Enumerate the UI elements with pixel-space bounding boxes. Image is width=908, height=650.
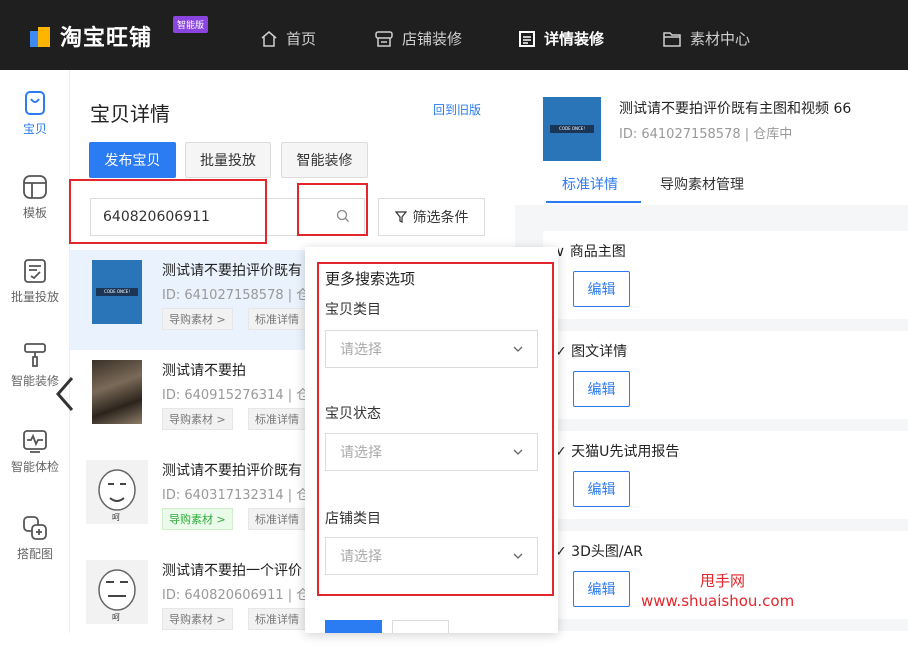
thumbnail-caption: CODE ONCE!	[96, 288, 138, 296]
watermark-url: www.shuaishou.com	[641, 592, 795, 610]
home-icon	[261, 30, 277, 47]
standard-detail-tag[interactable]: 标准详情	[248, 308, 306, 330]
sidebar-item-health-check[interactable]: 智能体检	[0, 428, 70, 475]
filter-label: 筛选条件	[412, 210, 469, 226]
edit-button[interactable]: 编辑	[573, 371, 630, 407]
item-thumbnail: 呵	[86, 560, 148, 624]
confirm-button[interactable]	[325, 620, 382, 633]
logo-icon	[30, 25, 52, 47]
sidebar-item-label: 搭配图	[16, 547, 53, 561]
page-title: 宝贝详情	[90, 102, 170, 126]
item-thumbnail	[92, 360, 142, 424]
item-id: ID: 640820606911 | 仓	[162, 588, 310, 603]
item-id: ID: 640915276314 | 仓	[162, 388, 310, 403]
edition-badge: 智能版	[173, 16, 209, 33]
item-thumbnail: 呵	[86, 460, 148, 524]
item-title: 测试请不要拍评价既有	[162, 263, 302, 279]
nav-home[interactable]: 首页	[260, 28, 316, 49]
template-icon	[23, 175, 47, 199]
sidebar-item-label: 宝贝	[22, 122, 47, 136]
section-rich-detail: ✓ 图文详情 编辑	[543, 331, 908, 419]
nav-detail-decor[interactable]: 详情装修	[518, 28, 604, 49]
highlight-box	[297, 183, 368, 236]
standard-detail-tag[interactable]: 标准详情	[248, 408, 306, 430]
highlight-box	[69, 179, 267, 244]
item-id: ID: 640317132314 | 仓	[162, 488, 310, 503]
logo-text: 淘宝旺铺	[60, 26, 153, 51]
item-id: ID: 641027158578 | 仓	[162, 288, 310, 303]
filter-button[interactable]: 筛选条件	[378, 198, 485, 236]
edit-button[interactable]: 编辑	[573, 271, 630, 307]
product-thumbnail: CODE ONCE!	[543, 97, 601, 161]
nav-shop-decor[interactable]: 店铺装修	[374, 28, 462, 49]
guide-material-tag[interactable]: 导购素材 >	[162, 508, 233, 530]
filter-icon	[394, 211, 407, 223]
tab-guide-material[interactable]: 导购素材管理	[660, 174, 744, 194]
standard-detail-tag[interactable]: 标准详情	[248, 508, 306, 530]
sidebar-item-items[interactable]: 宝贝	[0, 90, 70, 137]
highlight-box	[317, 262, 554, 596]
smart-decor-button[interactable]: 智能装修	[281, 142, 368, 178]
product-id: ID: 641027158578 | 仓库中	[619, 127, 793, 142]
logo[interactable]: 淘宝旺铺	[30, 20, 152, 52]
section-title[interactable]: ✓ 天猫U先试用报告	[555, 441, 679, 461]
product-title: 测试请不要拍评价既有主图和视频 66	[619, 101, 852, 117]
top-bar: 淘宝旺铺 智能版 首页 店铺装修 详情装修 素材中心	[0, 0, 908, 70]
detail-panel: CODE ONCE! 测试请不要拍评价既有主图和视频 66 ID: 641027…	[515, 70, 908, 641]
sidebar-item-templates[interactable]: 模板	[0, 174, 70, 221]
bag-icon	[25, 91, 45, 115]
shop-icon	[375, 30, 393, 47]
section-title[interactable]: ✓ 图文详情	[555, 341, 627, 361]
item-title: 测试请不要拍评价既有	[162, 463, 302, 479]
meme-caption: 呵	[112, 613, 120, 622]
nav-label: 首页	[286, 30, 317, 48]
guide-material-tag[interactable]: 导购素材 >	[162, 308, 233, 330]
reset-button[interactable]	[392, 620, 449, 633]
guide-material-tag[interactable]: 导购素材 >	[162, 608, 233, 630]
active-tab-indicator	[546, 201, 641, 203]
item-thumbnail: CODE ONCE!	[92, 260, 142, 324]
nav-assets[interactable]: 素材中心	[662, 28, 750, 49]
nav-label: 详情装修	[544, 30, 605, 48]
paint-roller-icon	[24, 343, 46, 367]
guide-material-tag[interactable]: 导购素材 >	[162, 408, 233, 430]
section-title[interactable]: ∨ 商品主图	[555, 241, 626, 261]
edit-button[interactable]: 编辑	[573, 471, 630, 507]
standard-detail-tag[interactable]: 标准详情	[248, 608, 306, 630]
batch-icon	[24, 259, 46, 283]
publish-item-button[interactable]: 发布宝贝	[89, 142, 176, 178]
folder-icon	[663, 31, 681, 47]
left-sidebar: 宝贝 模板 批量投放 智能装修 智能体检 搭配图	[0, 70, 70, 633]
thumbnail-caption: CODE ONCE!	[550, 125, 594, 133]
nav-label: 素材中心	[690, 30, 751, 48]
nav-label: 店铺装修	[402, 30, 463, 48]
sidebar-item-combine[interactable]: 搭配图	[0, 515, 70, 562]
sidebar-item-label: 智能装修	[10, 374, 59, 388]
item-title: 测试请不要拍一个评价	[162, 563, 302, 579]
combine-icon	[23, 516, 47, 540]
product-header: CODE ONCE! 测试请不要拍评价既有主图和视频 66 ID: 641027…	[515, 70, 908, 205]
document-icon	[519, 30, 535, 47]
collapse-chevron-icon[interactable]	[54, 376, 76, 412]
health-check-icon	[23, 430, 47, 453]
meme-caption: 呵	[112, 513, 120, 522]
watermark-title: 甩手网	[700, 572, 746, 590]
sidebar-item-label: 智能体检	[10, 460, 59, 474]
edit-button[interactable]: 编辑	[573, 571, 630, 607]
item-title: 测试请不要拍	[162, 363, 246, 379]
section-title[interactable]: ✓ 3D头图/AR	[555, 541, 643, 561]
sidebar-item-label: 批量投放	[10, 290, 59, 304]
back-to-old-version-link[interactable]: 回到旧版	[433, 101, 481, 118]
sidebar-item-label: 模板	[22, 206, 47, 220]
batch-deploy-button[interactable]: 批量投放	[185, 142, 271, 178]
section-trial-report: ✓ 天猫U先试用报告 编辑	[543, 431, 908, 519]
tab-standard-detail[interactable]: 标准详情	[562, 174, 618, 194]
section-main-image: ∨ 商品主图 编辑	[543, 231, 908, 319]
sidebar-item-batch[interactable]: 批量投放	[0, 258, 70, 305]
